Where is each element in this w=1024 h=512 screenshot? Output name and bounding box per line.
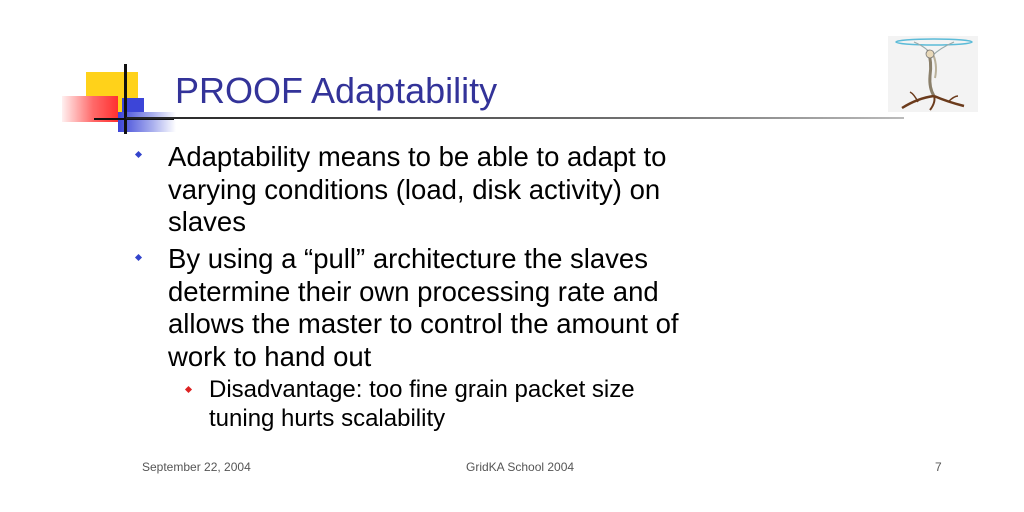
bullet-line: Adaptability means to be able to adapt t…	[168, 141, 667, 172]
slide-title: PROOF Adaptability	[175, 70, 498, 111]
title-divider	[126, 117, 904, 119]
bullet-line: varying conditions (load, disk activity)…	[168, 173, 661, 205]
bullet-marker-icon	[134, 150, 143, 159]
slide: PROOF Adaptability Adaptability means to…	[0, 0, 1024, 512]
bullet-pull-architecture: By using a “pull” architecture the slave…	[168, 243, 968, 373]
bullet-line: work to hand out	[168, 340, 372, 372]
bullet-line: determine their own processing rate and	[168, 275, 659, 307]
sub-bullet-line: tuning hurts scalability	[209, 405, 446, 432]
sub-bullet-disadvantage: Disadvantage: too fine grain packet size…	[209, 375, 909, 433]
bullet-line: By using a “pull” architecture the slave…	[168, 243, 648, 274]
sub-bullet-line: Disadvantage: too fine grain packet size	[209, 376, 635, 403]
decor-vertical-line	[124, 64, 127, 134]
sub-bullet-marker-icon	[184, 385, 193, 394]
bullet-adaptability: Adaptability means to be able to adapt t…	[168, 141, 968, 239]
bullet-line: slaves	[168, 206, 246, 237]
bullet-marker-icon	[134, 253, 143, 262]
bullet-line: allows the master to control the amount …	[168, 308, 679, 339]
footer-event: GridKA School 2004	[466, 460, 575, 474]
page-number: 7	[935, 460, 942, 474]
footer-date: September 22, 2004	[142, 460, 251, 474]
tree-figure-logo-icon	[888, 36, 978, 112]
